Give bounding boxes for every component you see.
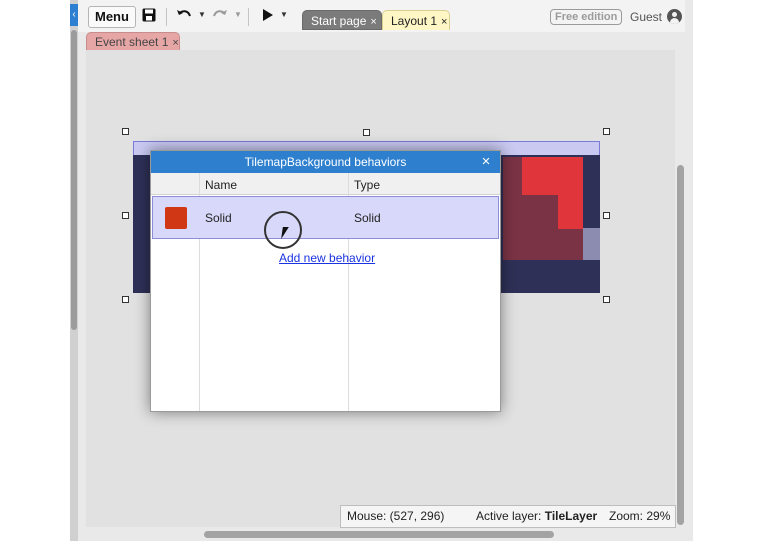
active-layer-label: Active layer: [476,509,542,523]
play-icon[interactable] [262,8,274,25]
tab-start-page[interactable]: Start page × [302,10,382,30]
solid-behavior-icon [165,207,187,229]
collapse-chevron-icon[interactable]: ‹ [70,4,78,26]
column-header-type[interactable]: Type [354,178,380,192]
close-icon[interactable]: × [478,153,494,171]
add-new-behavior-link[interactable]: Add new behavior [279,251,375,265]
close-icon[interactable]: × [172,37,178,49]
horizontal-scrollbar-thumb[interactable] [204,531,554,538]
guest-label[interactable]: Guest [630,10,662,24]
redo-icon[interactable] [212,8,228,25]
column-header-name[interactable]: Name [205,178,237,192]
resize-handle[interactable] [603,296,610,303]
user-icon[interactable] [667,9,682,24]
resize-handle[interactable] [122,212,129,219]
tab-layout-1[interactable]: Layout 1 × [382,10,450,30]
tab-event-sheet-1[interactable]: Event sheet 1 × [86,32,180,50]
save-icon[interactable] [142,8,156,25]
play-dropdown-icon[interactable]: ▼ [280,10,288,19]
resize-handle[interactable] [363,129,370,136]
close-icon[interactable]: × [370,16,376,28]
left-panel-strip: ‹ [70,0,78,541]
vertical-scrollbar[interactable] [676,50,685,527]
redo-dropdown-icon[interactable]: ▼ [234,10,242,19]
behaviors-dialog: TilemapBackground behaviors × Name Type … [150,150,501,412]
horizontal-scrollbar[interactable] [86,527,685,541]
secondary-tab-bar: Event sheet 1 × [78,32,685,50]
toolbar-separator [166,8,167,26]
resize-handle[interactable] [122,296,129,303]
behavior-name: Solid [205,211,232,225]
resize-handle[interactable] [603,212,610,219]
left-scrollbar-thumb[interactable] [71,30,77,330]
tab-label: Layout 1 [391,14,438,28]
resize-handle[interactable] [603,128,610,135]
vertical-scrollbar-thumb[interactable] [677,165,684,525]
zoom-level: Zoom: 29% [609,509,671,523]
close-icon[interactable]: × [441,16,447,28]
tab-label: Start page [311,14,367,28]
tilemap-tile-overlay[interactable] [583,228,600,260]
toolbar-separator [248,8,249,26]
tab-label: Event sheet 1 [95,35,169,49]
active-layer[interactable]: Active layer: TileLayer [476,506,597,527]
dialog-title: TilemapBackground behaviors [151,151,500,173]
active-layer-value: TileLayer [544,509,598,523]
menu-button[interactable]: Menu [88,6,136,28]
undo-icon[interactable] [176,8,192,25]
behavior-row[interactable]: Solid Solid [152,196,499,239]
resize-handle[interactable] [122,128,129,135]
tilemap-tile-dark-red[interactable] [503,195,558,229]
undo-dropdown-icon[interactable]: ▼ [198,10,206,19]
top-toolbar: Menu ▼ ▼ ▼ Start page × Layout 1 × Free ed… [78,0,685,32]
behavior-type: Solid [354,211,381,225]
mouse-position: Mouse: (527, 296) [347,509,445,523]
status-bar: Mouse: (527, 296) Active layer: TileLaye… [340,505,676,528]
grid-header: Name Type [151,173,500,195]
free-edition-badge[interactable]: Free edition [550,9,623,25]
